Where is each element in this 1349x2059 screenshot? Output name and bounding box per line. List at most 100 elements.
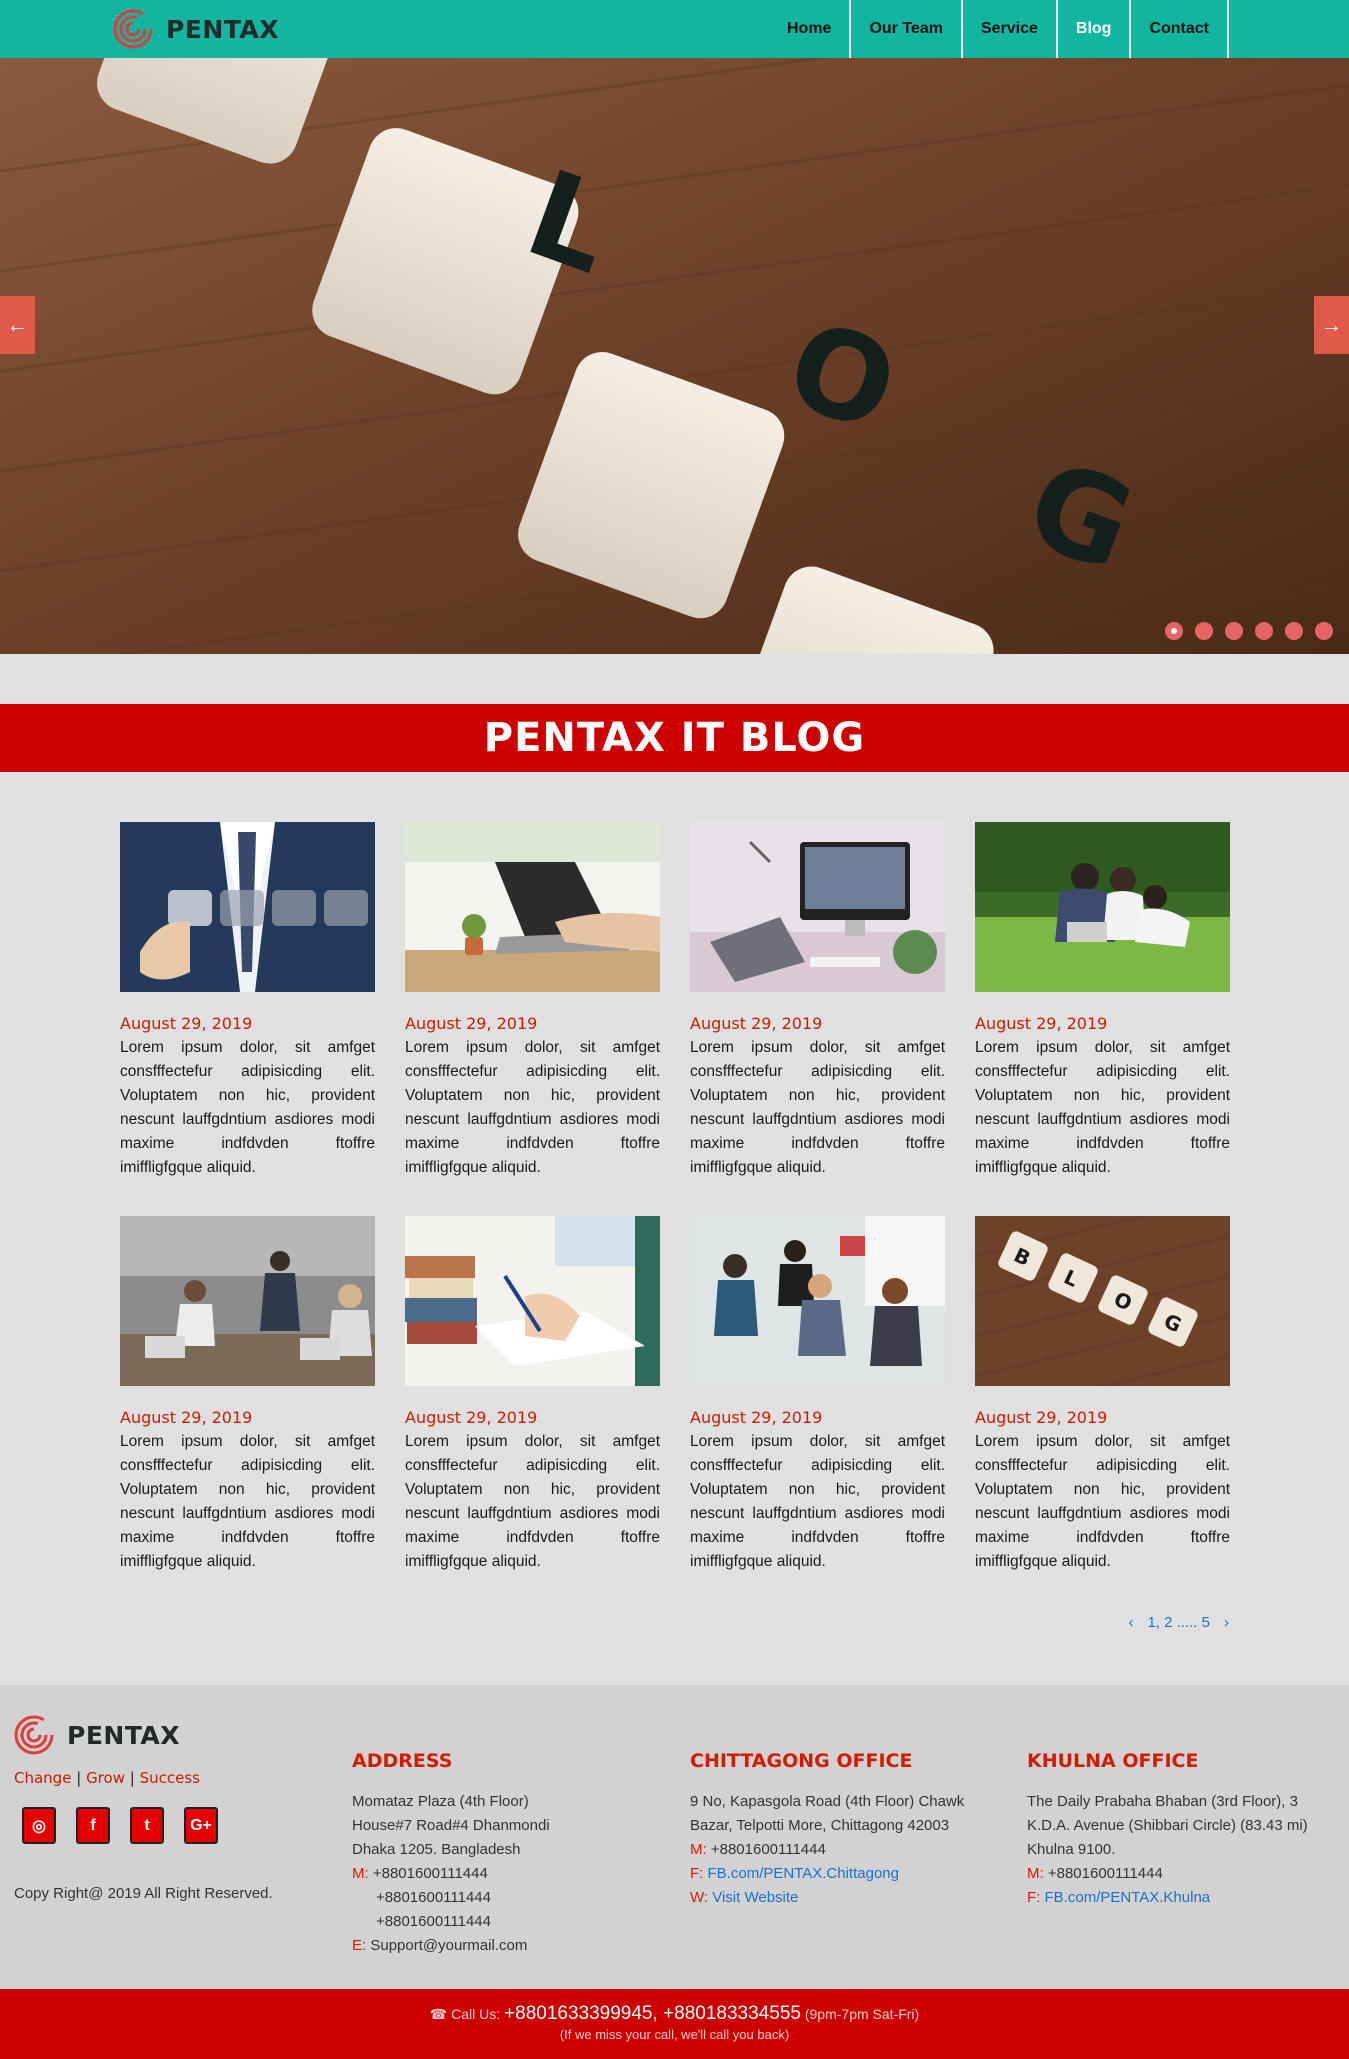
- mobile-label: M:: [352, 1865, 369, 1882]
- khulna-office-column: KHULNA OFFICE The Daily Prabaha Bhaban (…: [1027, 1749, 1347, 1910]
- website-label: W:: [690, 1889, 709, 1906]
- call-note: (If we miss your call, we'll call you ba…: [559, 2027, 790, 2042]
- blog-card-excerpt: Lorem ipsum dolor, sit amfget consfffect…: [405, 1433, 660, 1570]
- logo-icon: [14, 1715, 54, 1755]
- address-line: 9 No, Kapasgola Road (4th Floor) Chawk: [690, 1793, 965, 1810]
- facebook-label: F:: [1027, 1889, 1041, 1906]
- tagline-separator: |: [76, 1769, 82, 1787]
- blog-title: PENTAX IT BLOG: [483, 715, 866, 761]
- blog-card: August 29, 2019 Lorem ipsum dolor, sit a…: [120, 822, 375, 1180]
- call-us-bar: ☎ Call Us: +8801633399945, +880183334555…: [0, 1989, 1349, 2059]
- nav-blog[interactable]: Blog: [1058, 0, 1132, 58]
- chittagong-office-column: CHITTAGONG OFFICE 9 No, Kapasgola Road (…: [690, 1749, 990, 1910]
- slider-dot-5[interactable]: [1285, 622, 1303, 640]
- slider-dot-1[interactable]: [1165, 622, 1183, 640]
- phone-number: +8801600111444: [376, 1913, 491, 1930]
- hero-image: L O G: [0, 58, 1349, 654]
- blog-card-image[interactable]: B L O G: [975, 1216, 1230, 1386]
- blog-card-image[interactable]: [405, 822, 660, 992]
- chittagong-title: CHITTAGONG OFFICE: [690, 1750, 913, 1772]
- footer: PENTAX Change | Grow | Success ◎ f t G+ …: [0, 1685, 1349, 1989]
- slider-next-arrow[interactable]: →: [1314, 296, 1349, 354]
- nav-contact[interactable]: Contact: [1131, 0, 1229, 58]
- blog-card-excerpt: Lorem ipsum dolor, sit amfget consfffect…: [405, 1039, 660, 1176]
- blog-card-excerpt: Lorem ipsum dolor, sit amfget consfffect…: [690, 1433, 945, 1570]
- pagination: ‹ 1, 2 ..... 5 ›: [1128, 1614, 1229, 1631]
- main-nav: Home Our Team Service Blog Contact: [787, 0, 1229, 58]
- nav-our-team[interactable]: Our Team: [851, 0, 963, 58]
- blog-card-date: August 29, 2019: [405, 1014, 538, 1033]
- address-line: Khulna 9100.: [1027, 1841, 1116, 1858]
- copyright: Copy Right@ 2019 All Right Reserved.: [14, 1885, 273, 1902]
- blog-card-date: August 29, 2019: [975, 1014, 1108, 1033]
- slider-dot-2[interactable]: [1195, 622, 1213, 640]
- blog-card-image[interactable]: [690, 822, 945, 992]
- pagination-next-icon[interactable]: ›: [1224, 1614, 1229, 1631]
- tagline-success: Success: [139, 1769, 200, 1787]
- blog-card: August 29, 2019 Lorem ipsum dolor, sit a…: [405, 1216, 660, 1574]
- blog-card-excerpt: Lorem ipsum dolor, sit amfget consfffect…: [975, 1433, 1230, 1570]
- slider-dot-4[interactable]: [1255, 622, 1273, 640]
- slider-dot-3[interactable]: [1225, 622, 1243, 640]
- social-links: ◎ f t G+: [22, 1807, 218, 1844]
- tagline-separator: |: [129, 1769, 135, 1787]
- facebook-link[interactable]: FB.com/PENTAX.Chittagong: [708, 1865, 899, 1882]
- logo-text: PENTAX: [166, 14, 280, 44]
- tagline: Change | Grow | Success: [14, 1769, 200, 1787]
- address-line: K.D.A. Avenue (Shibbari Circle) (83.43 m…: [1027, 1817, 1308, 1834]
- address-title: ADDRESS: [352, 1750, 453, 1772]
- blog-card-image[interactable]: [405, 1216, 660, 1386]
- call-prefix: Call Us:: [451, 2006, 501, 2022]
- facebook-link[interactable]: FB.com/PENTAX.Khulna: [1045, 1889, 1211, 1906]
- blog-card-date: August 29, 2019: [975, 1408, 1108, 1427]
- tagline-change: Change: [14, 1769, 72, 1787]
- nav-home[interactable]: Home: [787, 0, 852, 58]
- blog-card-excerpt: Lorem ipsum dolor, sit amfget consfffect…: [120, 1039, 375, 1176]
- address-line: Bazar, Telpotti More, Chittagong 42003: [690, 1817, 950, 1834]
- blog-title-band: PENTAX IT BLOG: [0, 704, 1349, 772]
- call-numbers[interactable]: +8801633399945, +880183334555: [504, 2003, 801, 2024]
- footer-logo[interactable]: PENTAX: [14, 1715, 180, 1755]
- blog-card-excerpt: Lorem ipsum dolor, sit amfget consfffect…: [690, 1039, 945, 1176]
- blog-card: August 29, 2019 Lorem ipsum dolor, sit a…: [405, 822, 660, 1180]
- website-link[interactable]: Visit Website: [712, 1889, 798, 1906]
- khulna-title: KHULNA OFFICE: [1027, 1750, 1199, 1772]
- address-line: The Daily Prabaha Bhaban (3rd Floor), 3: [1027, 1793, 1298, 1810]
- email-address[interactable]: Support@yourmail.com: [370, 1937, 527, 1954]
- facebook-label: F:: [690, 1865, 704, 1882]
- phone-number: +8801600111444: [376, 1889, 491, 1906]
- blog-card-image[interactable]: [690, 1216, 945, 1386]
- blog-card-date: August 29, 2019: [405, 1408, 538, 1427]
- address-line: House#7 Road#4 Dhanmondi: [352, 1817, 550, 1834]
- mobile-label: M:: [1027, 1865, 1044, 1882]
- slider-dots: [1165, 622, 1333, 640]
- google-plus-icon[interactable]: G+: [184, 1807, 218, 1844]
- blog-card-date: August 29, 2019: [120, 1014, 253, 1033]
- blog-card-excerpt: Lorem ipsum dolor, sit amfget consfffect…: [120, 1433, 375, 1570]
- address-line: Momataz Plaza (4th Floor): [352, 1793, 529, 1810]
- mobile-label: M:: [690, 1841, 707, 1858]
- slider-dot-6[interactable]: [1315, 622, 1333, 640]
- pagination-pages[interactable]: 1, 2 ..... 5: [1147, 1614, 1210, 1631]
- phone-number: +8801600111444: [710, 1841, 826, 1858]
- blog-card: August 29, 2019 Lorem ipsum dolor, sit a…: [120, 1216, 375, 1574]
- address-line: Dhaka 1205. Bangladesh: [352, 1841, 521, 1858]
- twitter-icon[interactable]: t: [130, 1807, 164, 1844]
- pagination-prev-icon[interactable]: ‹: [1128, 1614, 1133, 1631]
- phone-icon: ☎: [429, 2006, 448, 2022]
- blog-card-excerpt: Lorem ipsum dolor, sit amfget consfffect…: [975, 1039, 1230, 1176]
- footer-logo-text: PENTAX: [67, 1720, 181, 1750]
- address-column: ADDRESS Momataz Plaza (4th Floor) House#…: [352, 1749, 652, 1958]
- blog-card-image[interactable]: [120, 1216, 375, 1386]
- top-navbar: PENTAX Home Our Team Service Blog Contac…: [0, 0, 1349, 58]
- instagram-icon[interactable]: ◎: [22, 1807, 56, 1844]
- blog-card-date: August 29, 2019: [120, 1408, 253, 1427]
- phone-number: +8801600111444: [1047, 1865, 1163, 1882]
- facebook-icon[interactable]: f: [76, 1807, 110, 1844]
- slider-prev-arrow[interactable]: ←: [0, 296, 35, 354]
- blog-card-image[interactable]: [975, 822, 1230, 992]
- blog-card-image[interactable]: [120, 822, 375, 992]
- brand-logo[interactable]: PENTAX: [113, 8, 279, 50]
- blog-card-date: August 29, 2019: [690, 1014, 823, 1033]
- nav-service[interactable]: Service: [963, 0, 1058, 58]
